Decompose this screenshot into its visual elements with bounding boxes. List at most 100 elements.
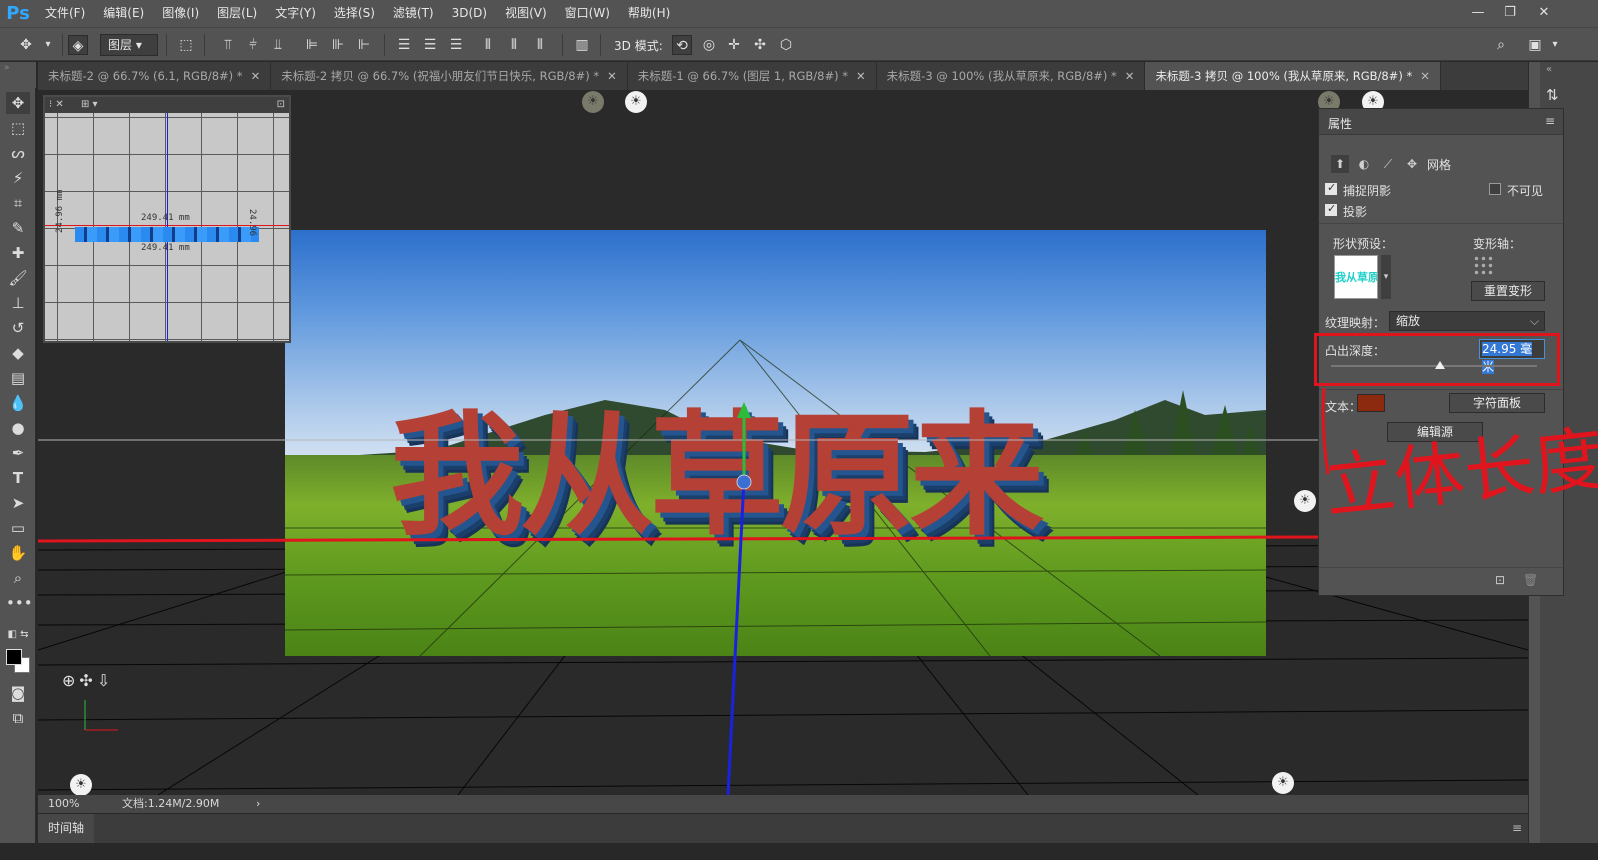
dodge-tool-icon[interactable]: ● (6, 417, 30, 439)
type-tool-icon[interactable]: T (6, 467, 30, 489)
auto-align-icon[interactable]: ▥ (572, 35, 592, 55)
trash-icon[interactable]: 🗑 (1523, 573, 1538, 587)
distribute-vcenter-icon[interactable]: ☰ (420, 35, 440, 55)
catch-shadow-checkbox[interactable] (1325, 181, 1337, 195)
camera-orbit-icons[interactable]: ⊕✣⇩ (62, 671, 114, 690)
crop-tool-icon[interactable]: ⌗ (6, 192, 30, 214)
tab-doc-1[interactable]: 未标题-2 @ 66.7% (6.1, RGB/8#) * ✕ (38, 62, 272, 90)
zoom-level[interactable]: 100% (48, 795, 79, 813)
marquee-tool-icon[interactable]: ⬚ (6, 117, 30, 139)
distribute-right-icon[interactable]: ⦀ (530, 35, 550, 55)
view-menu-icon[interactable]: ⊞ ▾ (81, 99, 98, 110)
light-icon[interactable]: ☀ (1294, 490, 1316, 512)
screen-mode-icon[interactable]: ⧉ (6, 707, 30, 729)
default-colors-icon[interactable]: ◧ ⇆ (6, 624, 30, 646)
tab-doc-4[interactable]: 未标题-3 @ 100% (我从草原来, RGB/8#) * ✕ (877, 62, 1146, 90)
search-icon[interactable]: ⌕ (1491, 35, 1511, 55)
blur-tool-icon[interactable]: 💧 (6, 392, 30, 414)
transform-controls-icon[interactable]: ⬚ (176, 35, 196, 55)
texture-mapping-select[interactable]: 缩放 ⌵ (1389, 311, 1545, 331)
cap-tab-icon[interactable]: ⟋ (1379, 155, 1397, 173)
distribute-hcenter-icon[interactable]: ⦀ (504, 35, 524, 55)
close-icon[interactable]: ⁝ ✕ (49, 99, 64, 110)
auto-select-icon[interactable]: ◈ (68, 35, 88, 55)
menu-help[interactable]: 帮助(H) (619, 0, 679, 27)
lasso-tool-icon[interactable]: ᔕ (6, 142, 30, 164)
close-icon[interactable]: ✕ (607, 62, 617, 90)
quick-mask-icon[interactable]: ◙ (6, 682, 30, 704)
shape-tool-icon[interactable]: ▭ (6, 517, 30, 539)
menu-filter[interactable]: 滤镜(T) (384, 0, 443, 27)
light-icon[interactable]: ☀ (1272, 772, 1294, 794)
foreground-color-swatch[interactable] (6, 649, 22, 665)
minimize-icon[interactable]: — (1462, 2, 1494, 24)
tab-doc-5-active[interactable]: 未标题-3 拷贝 @ 100% (我从草原来, RGB/8#) * ✕ (1145, 62, 1441, 90)
menu-3d[interactable]: 3D(D) (443, 0, 496, 27)
align-hcenter-icon[interactable]: ⊪ (328, 35, 348, 55)
move-tool-icon[interactable]: ✥ (6, 92, 30, 114)
history-brush-tool-icon[interactable]: ↺ (6, 317, 30, 339)
panel-menu-icon[interactable]: ≡ (1512, 821, 1522, 835)
close-icon[interactable]: ✕ (856, 62, 866, 90)
menu-window[interactable]: 窗口(W) (556, 0, 619, 27)
tab-doc-2[interactable]: 未标题-2 拷贝 @ 66.7% (祝福小朋友们节日快乐, RGB/8#) * ✕ (271, 62, 628, 90)
pen-tool-icon[interactable]: ✒ (6, 442, 30, 464)
menu-file[interactable]: 文件(F) (36, 0, 94, 27)
cast-shadow-checkbox[interactable] (1325, 202, 1337, 216)
light-icon[interactable]: ☀ (582, 91, 604, 113)
mesh-tab-icon[interactable]: ⬆ (1331, 155, 1349, 173)
chevron-right-icon[interactable]: › (256, 795, 260, 813)
distribute-top-icon[interactable]: ☰ (394, 35, 414, 55)
close-window-icon[interactable]: ✕ (1528, 2, 1560, 24)
toolbar-collapse[interactable]: » (0, 62, 36, 88)
menu-image[interactable]: 图像(I) (153, 0, 208, 27)
align-top-icon[interactable]: ⫪ (218, 35, 238, 55)
coordinates-tab-icon[interactable]: ✥ (1403, 155, 1421, 173)
scale-3d-icon[interactable]: ⬡ (776, 35, 796, 55)
light-icon[interactable]: ☀ (70, 774, 92, 796)
more-tools-icon[interactable]: ••• (6, 592, 33, 614)
path-select-tool-icon[interactable]: ➤ (6, 492, 30, 514)
workspace-icon[interactable]: ▣ (1525, 35, 1545, 55)
menu-view[interactable]: 视图(V) (496, 0, 556, 27)
close-icon[interactable]: ✕ (1125, 62, 1135, 90)
deform-axis-grid-icon[interactable] (1473, 255, 1493, 275)
distribute-left-icon[interactable]: ⦀ (478, 35, 498, 55)
align-left-icon[interactable]: ⊫ (302, 35, 322, 55)
menu-select[interactable]: 选择(S) (325, 0, 384, 27)
swap-view-icon[interactable]: ⊡ (277, 97, 285, 113)
stamp-tool-icon[interactable]: ⊥ (6, 292, 30, 314)
reset-deform-button[interactable]: 重置变形 (1471, 281, 1545, 301)
move-tool-icon[interactable]: ✥ (16, 35, 36, 55)
orbit-3d-icon[interactable]: ⟲ (672, 35, 692, 55)
brush-tool-icon[interactable]: 🖌 (6, 267, 30, 289)
eraser-tool-icon[interactable]: ◆ (6, 342, 30, 364)
gradient-tool-icon[interactable]: ▤ (6, 367, 30, 389)
tab-doc-3[interactable]: 未标题-1 @ 66.7% (图层 1, RGB/8#) * ✕ (628, 62, 877, 90)
zoom-tool-icon[interactable]: ⌕ (6, 567, 30, 589)
light-icon[interactable]: ☀ (625, 91, 647, 113)
chevron-down-icon[interactable]: ▾ (38, 35, 58, 55)
timeline-tab[interactable]: 时间轴 (38, 814, 95, 843)
render-icon[interactable]: ⊡ (1495, 573, 1505, 587)
shape-preset-thumbnail[interactable]: 我从草原来 (1334, 255, 1378, 299)
auto-select-dropdown[interactable]: 图层 ▾ (100, 34, 158, 56)
hand-tool-icon[interactable]: ✋ (6, 542, 30, 564)
history-panel-icon[interactable]: ⇅ (1546, 86, 1559, 104)
invisible-checkbox[interactable] (1489, 183, 1501, 195)
menu-layer[interactable]: 图层(L) (208, 0, 266, 27)
slide-3d-icon[interactable]: ✣ (750, 35, 770, 55)
align-right-icon[interactable]: ⊩ (354, 35, 374, 55)
deform-tab-icon[interactable]: ◐ (1355, 155, 1373, 173)
align-vcenter-icon[interactable]: ⫩ (243, 35, 263, 55)
close-icon[interactable]: ✕ (251, 62, 261, 90)
healing-brush-tool-icon[interactable]: ✚ (6, 242, 30, 264)
restore-icon[interactable]: ❐ (1494, 2, 1526, 24)
properties-title[interactable]: 属性 (1328, 115, 1352, 132)
text-color-swatch[interactable] (1357, 394, 1385, 412)
panel-menu-icon[interactable]: ≡ (1545, 114, 1555, 128)
expand-panels-icon[interactable]: « (1546, 64, 1552, 75)
roll-3d-icon[interactable]: ◎ (699, 35, 719, 55)
menu-type[interactable]: 文字(Y) (266, 0, 325, 27)
distribute-bottom-icon[interactable]: ☰ (446, 35, 466, 55)
